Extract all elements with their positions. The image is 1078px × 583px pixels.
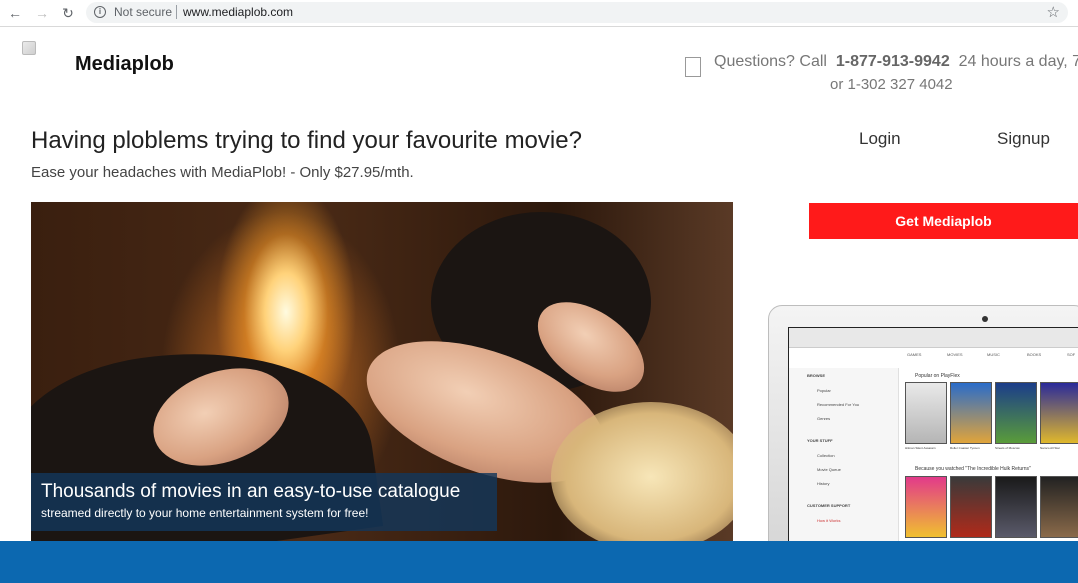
footer-bar [0,541,1078,583]
caption-subtitle: streamed directly to your home entertain… [41,506,369,520]
screen-tile [995,476,1037,538]
screen-item: Recommended For You [817,402,860,407]
phone-icon [685,57,701,77]
screen-tile [1040,382,1078,444]
url-text[interactable]: www.mediaplob.com [183,5,293,19]
screen-tile-label: Hitman Silent Assassin [905,446,936,450]
divider [176,5,177,19]
login-link[interactable]: Login [859,129,901,149]
hero-image: Thousands of movies in an easy-to-use ca… [31,202,733,542]
signup-link[interactable]: Signup [997,129,1050,149]
screen-row-title: Because you watched "The Incredible Hulk… [915,466,1031,472]
screen-tile [905,476,947,538]
page-subline: Ease your headaches with MediaPlob! - On… [31,164,414,181]
screen-tile-label: Namco All Star [1040,446,1060,450]
screen-item: Popular [817,388,831,393]
screen-tile [1040,476,1078,538]
screen-tile [950,476,992,538]
screen-tab: SOF [1067,352,1076,357]
contact-line: Questions? Call 1-877-913-9942 24 hours … [714,53,1078,71]
reload-icon[interactable]: ↻ [59,4,77,22]
screen-heading: BROWSE [807,373,825,378]
hero-caption: Thousands of movies in an easy-to-use ca… [31,473,497,531]
contact-alt-phone: or 1-302 327 4042 [830,76,953,93]
screen-tile-label: Roller Coaster Tycoon [950,446,980,450]
screen-item: History [817,481,830,486]
screen-category-tabs: GAMES MOVIES MUSIC BOOKS SOF [899,350,1078,366]
back-arrow-icon[interactable]: ← [6,4,24,22]
contact-phone[interactable]: 1-877-913-9942 [836,53,950,70]
screen-heading: YOUR STUFF [807,438,833,443]
laptop-screen: GAMES MOVIES MUSIC BOOKS SOF BROWSE Popu… [788,327,1078,547]
screen-tab: BOOKS [1027,352,1042,357]
brand-name[interactable]: Mediaplob [75,53,174,76]
screen-sidebar: BROWSE Popular Recommended For You Genre… [789,368,899,546]
screen-tab: MOVIES [947,352,963,357]
screen-item: How it Works [817,518,841,523]
screen-tab: MUSIC [987,352,1000,357]
screen-item: Genres [817,416,831,421]
screen-row-title: Popular on PlayFlex [915,373,960,379]
bookmark-star-icon[interactable]: ☆ [1047,3,1060,21]
screen-browser-bar [789,328,1078,348]
page-headline: Having ploblems trying to find your favo… [31,127,582,154]
get-mediaplob-button[interactable]: Get Mediaplob [809,203,1078,239]
screen-item: Movie Queue [817,467,841,472]
address-bar[interactable]: i Not secure www.mediaplob.com ☆ [86,2,1068,23]
forward-arrow-icon[interactable]: → [33,4,51,22]
browser-toolbar: ← → ↻ i Not secure www.mediaplob.com ☆ [0,0,1078,27]
camera-dot [982,316,988,322]
screen-tile [905,382,947,444]
broken-logo-image-icon[interactable] [22,41,36,55]
screen-tab: GAMES [907,352,922,357]
contact-suffix: 24 hours a day, 7 [958,53,1078,70]
screen-item: Collection [817,453,835,458]
security-label: Not secure [114,5,173,19]
info-icon[interactable]: i [94,6,106,18]
screen-tile [995,382,1037,444]
screen-tile-label: Streets of Moscow [995,446,1020,450]
laptop-mockup: GAMES MOVIES MUSIC BOOKS SOF BROWSE Popu… [768,305,1078,547]
screen-tile [950,382,992,444]
caption-title: Thousands of movies in an easy-to-use ca… [41,481,461,502]
screen-heading: CUSTOMER SUPPORT [807,503,851,508]
contact-prefix: Questions? Call [714,53,827,70]
